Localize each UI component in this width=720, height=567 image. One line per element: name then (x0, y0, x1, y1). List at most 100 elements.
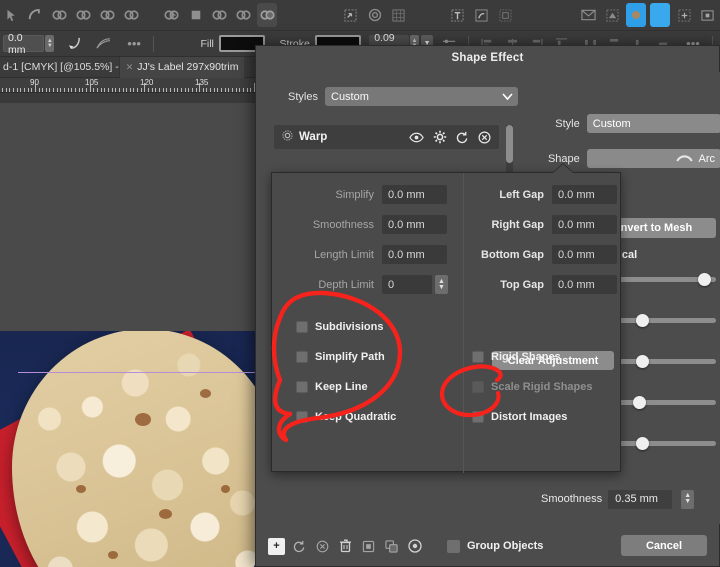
pointer-tool-icon[interactable] (2, 3, 22, 27)
add-shape-icon[interactable] (162, 3, 182, 27)
simplify-path-checkbox[interactable] (296, 351, 308, 363)
style-label: Style (538, 118, 580, 130)
keep-line-checkbox-row[interactable]: Keep Line (296, 381, 368, 393)
frame-text-icon[interactable] (495, 3, 515, 27)
vector-crop-icon[interactable] (257, 3, 277, 27)
warp-slider-knob-1[interactable] (698, 273, 711, 286)
artwork-preview[interactable]: C...! akes it a r not only er. ORIGINAL … (0, 331, 258, 567)
cancel-button[interactable]: Cancel (621, 535, 707, 556)
effect-name: Warp (299, 131, 327, 143)
ruler-tick (9, 88, 10, 92)
layer-icon[interactable] (603, 3, 623, 27)
artistic-text-icon[interactable] (471, 3, 491, 27)
ruler-tick (71, 88, 72, 92)
ruler-tick (46, 88, 47, 92)
ruler-tick (185, 88, 186, 92)
style-combo[interactable]: Custom (587, 114, 720, 133)
rotate-tool-icon[interactable] (365, 3, 385, 27)
distort-images-checkbox-row[interactable]: Distort Images (472, 411, 567, 423)
duplicate-icon[interactable] (360, 538, 377, 555)
warp-slider-knob-4[interactable] (633, 396, 646, 409)
bottom-gap-field[interactable]: 0.0 mm (552, 245, 617, 264)
simplify-field[interactable]: 0.0 mm (382, 185, 447, 204)
warp-settings-popup[interactable]: Simplify 0.0 mm Smoothness 0.0 mm Length… (271, 172, 621, 472)
warp-gear-icon (282, 128, 293, 146)
width-field[interactable]: 0.0 mm (3, 35, 44, 52)
shape-builder-icon[interactable] (234, 3, 254, 27)
pressure-profile-icon[interactable] (93, 32, 113, 56)
grid-icon[interactable] (389, 3, 409, 27)
length-limit-field[interactable]: 0.0 mm (382, 245, 447, 264)
square-tool-icon[interactable] (186, 3, 206, 27)
add-icon[interactable]: + (268, 538, 285, 555)
ruler-tick (68, 88, 69, 92)
ruler-tick (141, 88, 142, 92)
close-icon[interactable]: ✕ (126, 62, 134, 73)
warp-slider-knob-3[interactable] (636, 355, 649, 368)
corner-tool-icon[interactable] (97, 3, 117, 27)
envelope-icon[interactable] (579, 3, 599, 27)
ruler-tick (228, 88, 229, 92)
more-options-icon[interactable]: ••• (124, 32, 144, 56)
width-stepper[interactable]: ▲▼ (45, 35, 54, 52)
effect-list-scrollbar-thumb[interactable] (506, 125, 513, 163)
delete-icon[interactable] (478, 131, 491, 144)
shape-tool-icon[interactable] (50, 3, 70, 27)
document-tabs[interactable]: d-1 [CMYK] [@105.5%] - ✕ JJ's Label 297x… (0, 57, 262, 78)
rigid-shapes-checkbox[interactable] (472, 351, 484, 363)
settings-icon[interactable] (433, 130, 447, 144)
node-tool-icon[interactable] (74, 3, 94, 27)
transform-icon[interactable] (674, 3, 694, 27)
swatch-blue2-icon[interactable] (650, 3, 670, 27)
move-tool-icon[interactable] (341, 3, 361, 27)
smoothness-field[interactable]: 0.35 mm (608, 490, 672, 509)
shape-combo[interactable]: Arc (587, 149, 720, 168)
warp-slider-knob-5[interactable] (636, 437, 649, 450)
depth-limit-stepper[interactable]: ▲▼ (435, 275, 448, 294)
distort-images-checkbox[interactable] (472, 411, 484, 423)
left-gap-field[interactable]: 0.0 mm (552, 185, 617, 204)
ruler-tick (90, 83, 91, 92)
disable-icon[interactable] (314, 538, 331, 555)
document-canvas[interactable]: C...! akes it a r not only er. ORIGINAL … (0, 103, 262, 567)
copy-icon[interactable] (383, 538, 400, 555)
subdivisions-checkbox[interactable] (296, 321, 308, 333)
effect-list-item-warp[interactable]: Warp (274, 125, 499, 149)
swatch-blue-icon[interactable] (626, 3, 646, 27)
text-frame-icon[interactable] (448, 3, 468, 27)
document-tab-title[interactable]: d-1 [CMYK] [@105.5%] - (0, 61, 119, 73)
tools-toolbar[interactable] (0, 0, 720, 31)
delete-icon[interactable] (337, 538, 354, 555)
styles-combo[interactable]: Custom (325, 87, 518, 106)
ruler-tick (247, 88, 248, 92)
rounded-tool-icon[interactable] (210, 3, 230, 27)
rigid-shapes-checkbox-row[interactable]: Rigid Shapes (472, 351, 561, 363)
top-gap-label: Top Gap (472, 279, 544, 291)
group-objects-checkbox[interactable] (447, 540, 460, 553)
depth-limit-field[interactable]: 0 (382, 275, 432, 294)
smoothness-stepper[interactable]: ▲▼ (681, 490, 694, 509)
cap-style-icon[interactable] (64, 32, 84, 56)
reset-icon[interactable] (291, 538, 308, 555)
export-icon[interactable] (698, 3, 718, 27)
shape-effect-dialog[interactable]: Shape Effect Styles Custom (255, 45, 720, 567)
warp-slider-knob-2[interactable] (636, 314, 649, 327)
record-icon[interactable] (406, 538, 423, 555)
layer-tab[interactable]: ✕ JJ's Label 297x90trim (119, 57, 245, 78)
reset-icon[interactable] (456, 131, 469, 144)
subdivisions-checkbox-row[interactable]: Subdivisions (296, 321, 383, 333)
smoothness-popup-field[interactable]: 0.0 mm (382, 215, 447, 234)
fill-tool-icon[interactable] (121, 3, 141, 27)
horizontal-ruler[interactable]: 90 105 120 135 (0, 78, 262, 93)
top-gap-field[interactable]: 0.0 mm (552, 275, 617, 294)
keep-line-checkbox[interactable] (296, 381, 308, 393)
ruler-tick (42, 88, 43, 92)
keep-quadratic-checkbox[interactable] (296, 411, 308, 423)
visibility-icon[interactable] (409, 132, 424, 143)
keep-quadratic-checkbox-row[interactable]: Keep Quadratic (296, 411, 396, 423)
ruler-tick (28, 88, 29, 92)
simplify-path-checkbox-row[interactable]: Simplify Path (296, 351, 385, 363)
group-objects-checkbox-row[interactable]: Group Objects (447, 540, 543, 553)
right-gap-field[interactable]: 0.0 mm (552, 215, 617, 234)
pen-tool-icon[interactable] (26, 3, 46, 27)
